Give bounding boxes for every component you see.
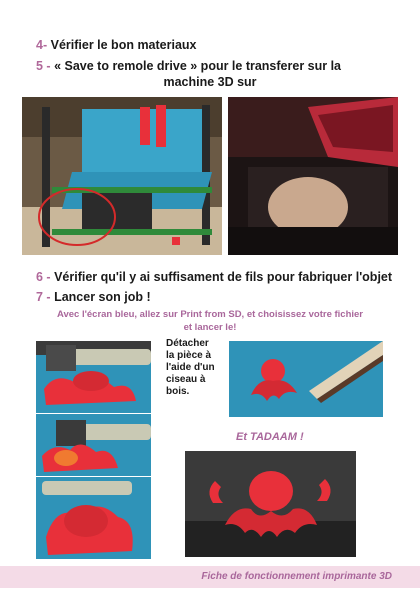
tadaam-caption: Et TADAAM ! [236, 431, 304, 443]
photo-print-progress-3 [36, 477, 151, 559]
photo-printer-blue-bed [22, 97, 222, 255]
step-6-number: 6 - [36, 270, 51, 284]
photo-final-octopus [185, 451, 356, 557]
step-4-number: 4- [36, 38, 48, 52]
photo-print-progress-1 [36, 341, 151, 413]
detach-line3: l'aide d'un [166, 362, 215, 373]
photo-print-progress-2 [36, 414, 151, 476]
detach-line2: la pièce à [166, 350, 212, 361]
instruction-note-line2: et lancer le! [183, 322, 237, 333]
step-5: 5 - « Save to remole drive » pour le tra… [36, 58, 341, 74]
detach-line1: Détacher [166, 338, 209, 349]
photo-octopus-with-scraper [229, 341, 383, 417]
photo-printer-screen [228, 97, 398, 255]
step-4-text: Vérifier le bon materiaux [50, 38, 197, 52]
detach-line5: bois. [166, 386, 190, 397]
footer-title: Fiche de fonctionnement imprimante 3D [201, 571, 392, 582]
detach-line4: ciseau à [166, 374, 206, 385]
step-7-text: Lancer son job ! [54, 290, 151, 304]
instruction-note-line1: Avec l'écran bleu, allez sur Print from … [56, 309, 363, 320]
step-5-number: 5 - [36, 59, 51, 73]
step-7-number: 7 - [36, 290, 51, 304]
step-6: 6 - Vérifier qu'il y ai suffisament de f… [36, 269, 392, 285]
detach-instructions: Détacher la pièce à l'aide d'un ciseau à… [166, 338, 215, 398]
step-5-line2: machine 3D sur [0, 74, 420, 90]
step-4: 4- Vérifier le bon materiaux [36, 37, 197, 53]
step-6-text: Vérifier qu'il y ai suffisament de fils … [54, 270, 393, 284]
step-5-text-line1: « Save to remole drive » pour le transfe… [54, 59, 342, 73]
step-5-text-line2: machine 3D sur [163, 75, 257, 89]
instruction-note: Avec l'écran bleu, allez sur Print from … [20, 308, 400, 334]
step-7: 7 - Lancer son job ! [36, 289, 151, 305]
